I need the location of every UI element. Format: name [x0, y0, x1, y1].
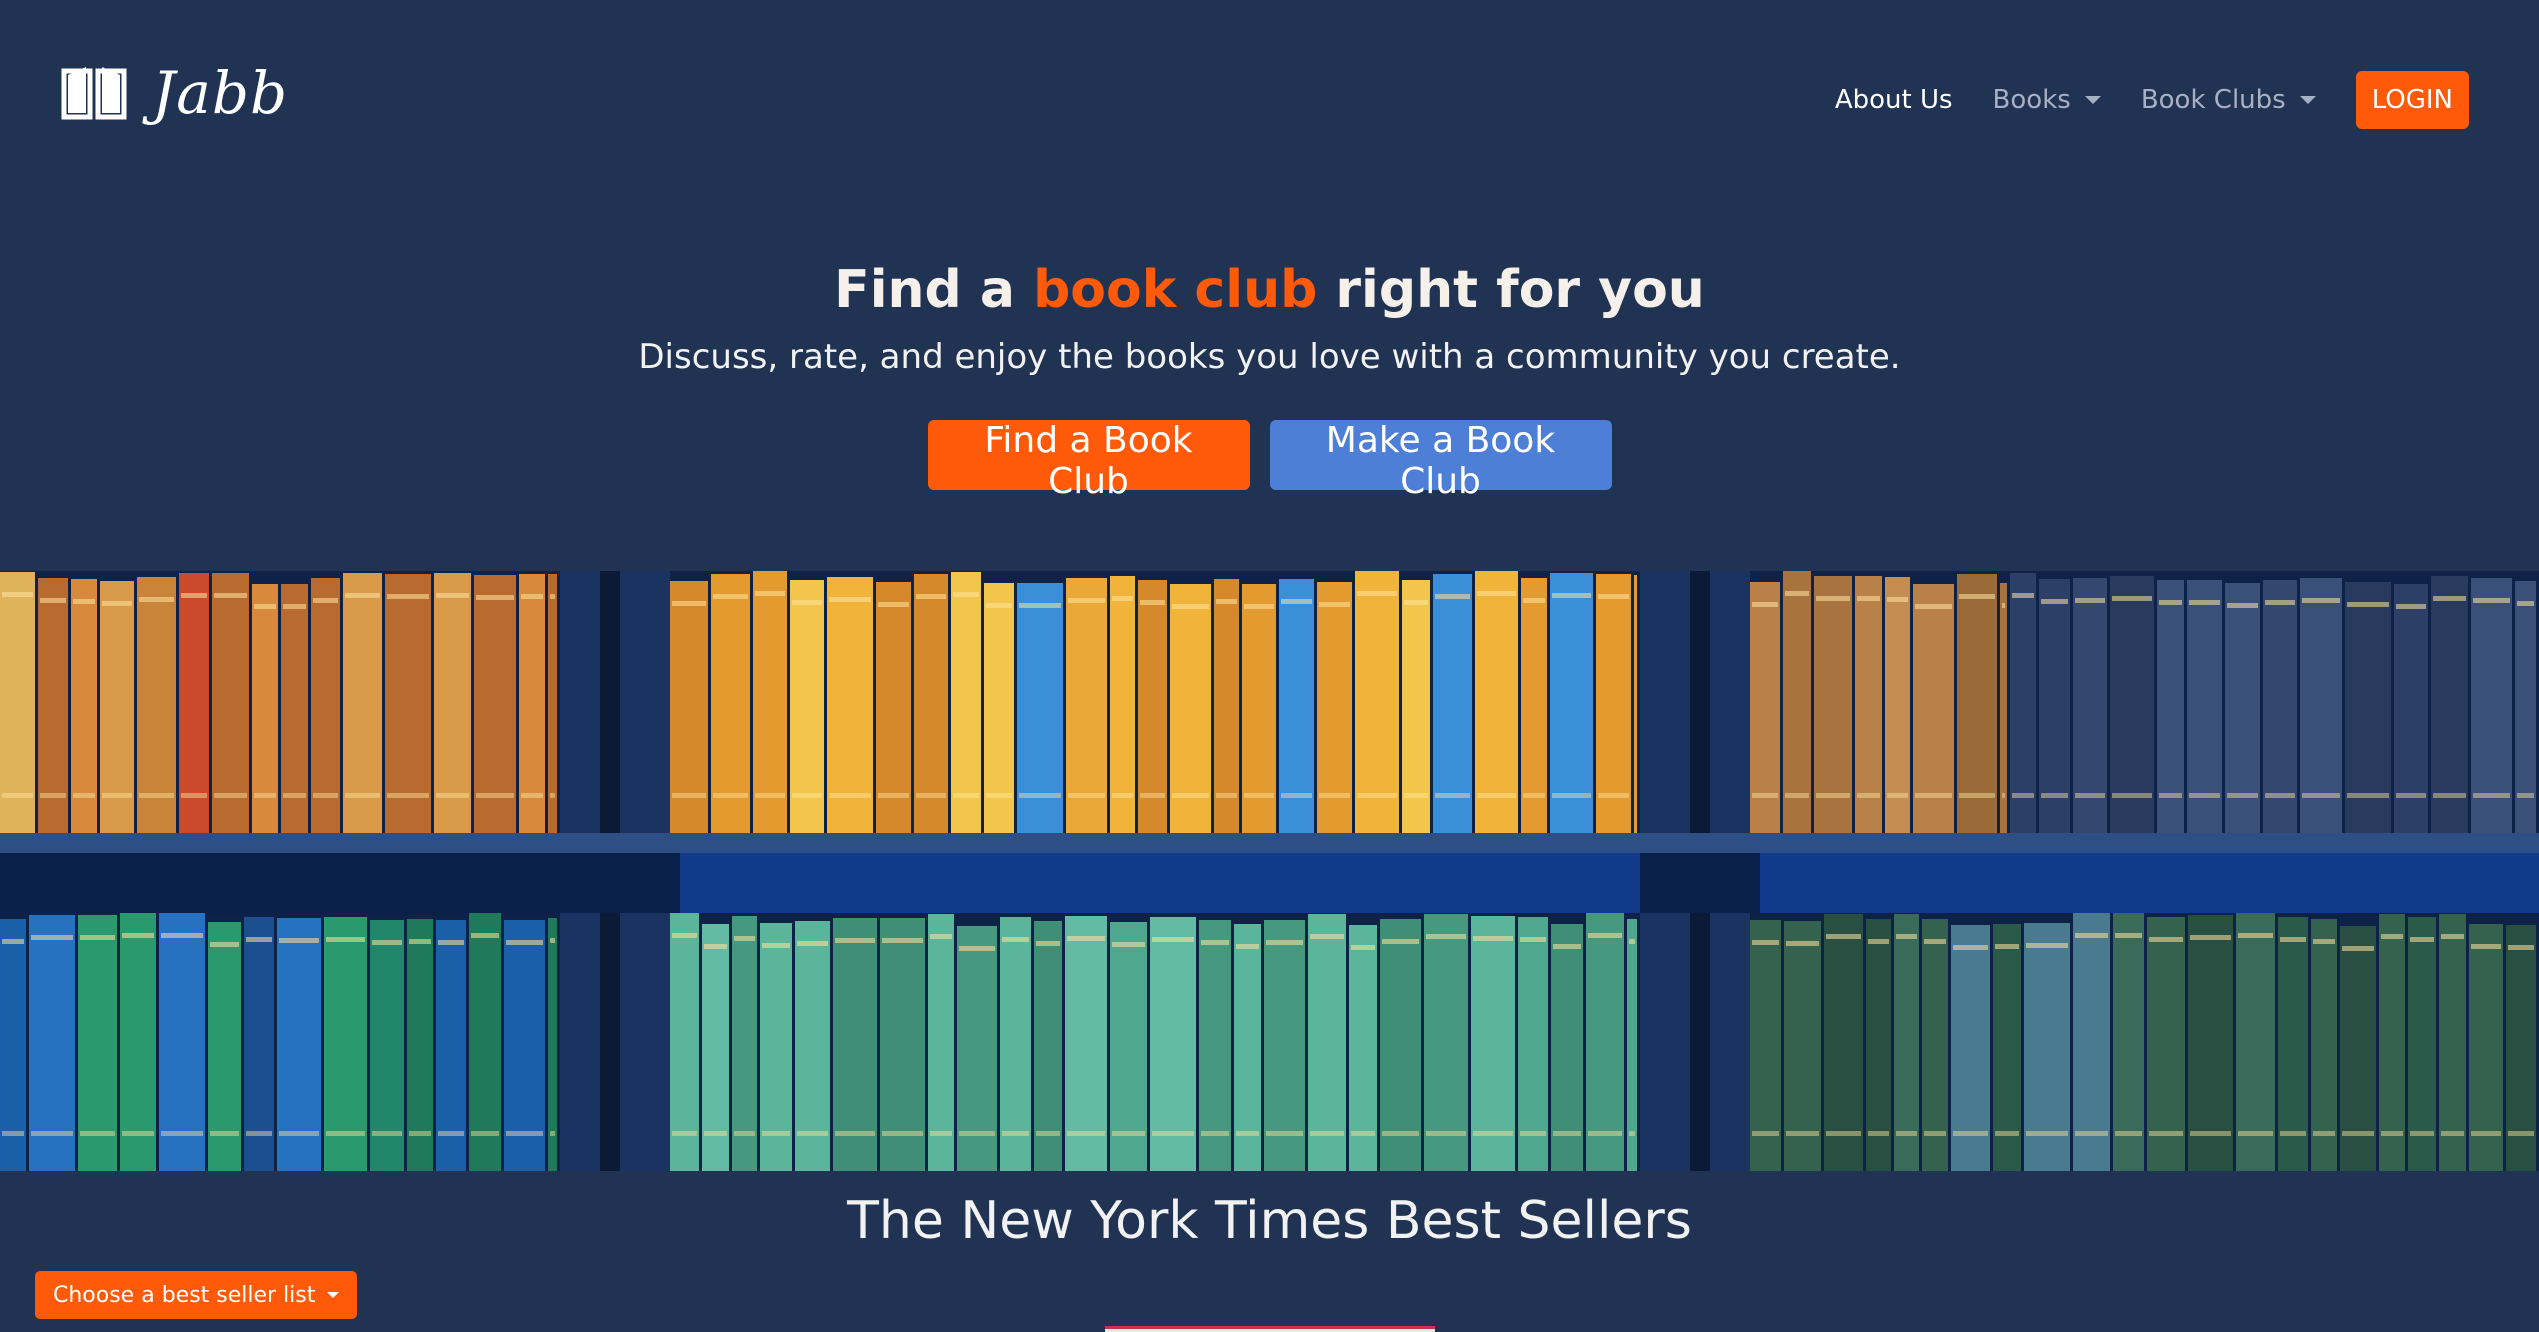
best-seller-dropdown-label: Choose a best seller list	[53, 1282, 316, 1308]
book-spine	[1634, 575, 1637, 833]
bookshelf-banner-image	[0, 571, 2539, 1171]
hero-section: Find a book club right for you Discuss, …	[0, 250, 2539, 502]
shelf-board	[0, 833, 2539, 853]
best-seller-list-dropdown[interactable]: Choose a best seller list	[35, 1271, 358, 1319]
brand-name: Jabb	[152, 59, 289, 127]
chevron-down-icon	[2084, 96, 2101, 104]
chevron-down-icon	[327, 1292, 340, 1298]
best-sellers-title: The New York Times Best Sellers	[847, 1191, 1692, 1251]
shelf-back-panel-lit	[680, 853, 1640, 913]
nav-book-clubs-label: Book Clubs	[2140, 85, 2286, 115]
nav-books-dropdown[interactable]: Books	[1993, 85, 2101, 115]
hero-title: Find a book club right for you	[0, 250, 2539, 330]
nav-book-clubs-dropdown[interactable]: Book Clubs	[2141, 85, 2316, 115]
book-cover-image	[1105, 1326, 1435, 1332]
login-button[interactable]: LOGIN	[2355, 71, 2469, 129]
hero-title-accent: book club	[1033, 260, 1318, 320]
bookshelf-illustration	[0, 571, 2539, 1171]
nav-about-us[interactable]: About Us	[1835, 85, 1953, 115]
hero-buttons: Find a Book Club Make a Book Club	[0, 420, 2539, 502]
nav-links: About Us Books Book Clubs LOGIN	[1835, 70, 2469, 130]
nav-books-label: Books	[1992, 85, 2071, 115]
chevron-down-icon	[2299, 96, 2316, 104]
navbar: Jabb About Us Books Book Clubs LOGIN	[0, 0, 2539, 200]
page: Jabb About Us Books Book Clubs LOGIN Fin…	[0, 0, 2539, 1332]
hero-title-prefix: Find a	[834, 260, 1034, 320]
shelf-back-panel-lit	[1760, 853, 2539, 913]
open-book-icon	[61, 67, 127, 120]
hero-title-suffix: right for you	[1317, 260, 1705, 320]
make-book-club-button[interactable]: Make a Book Club	[1269, 420, 1612, 502]
hero-subtitle: Discuss, rate, and enjoy the books you l…	[638, 337, 1901, 377]
find-book-club-button[interactable]: Find a Book Club	[927, 420, 1250, 502]
brand-logo[interactable]: Jabb	[60, 58, 288, 128]
